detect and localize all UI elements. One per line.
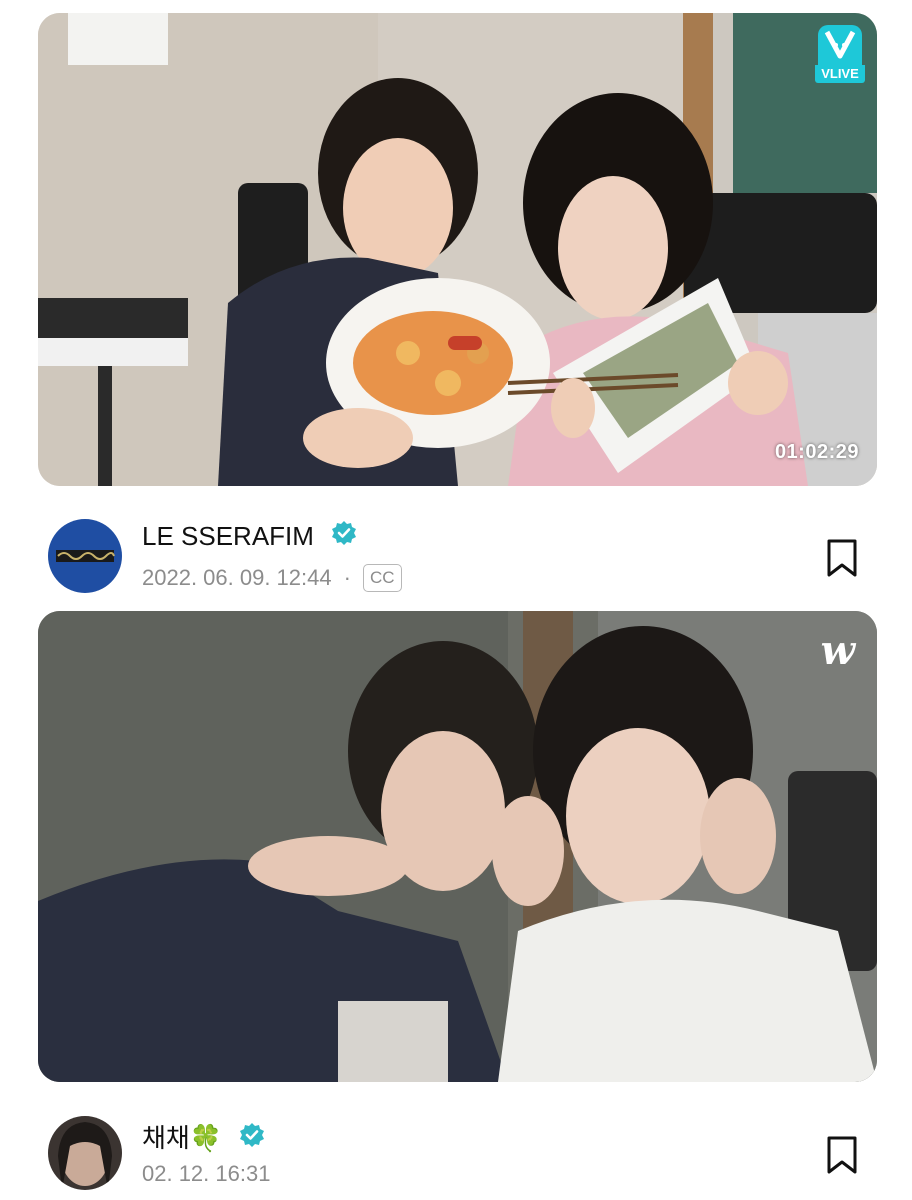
channel-name-text: LE SSERAFIM	[142, 521, 314, 551]
verified-check-icon	[331, 520, 357, 553]
channel-avatar[interactable]	[48, 1116, 122, 1190]
post-subline: 2022. 06. 09. 12:44 · CC	[142, 564, 402, 592]
verified-check-icon	[239, 1122, 265, 1155]
vlive-badge-label: VLIVE	[815, 65, 865, 83]
bookmark-icon[interactable]	[824, 1135, 860, 1175]
thumbnail-image-2	[38, 611, 877, 1082]
thumbnail-image-1	[38, 13, 877, 486]
separator-dot: ·	[343, 565, 351, 590]
cc-badge: CC	[362, 564, 402, 592]
post-timestamp: 2022. 06. 09. 12:44	[142, 565, 332, 590]
weverse-logo-icon: w	[820, 627, 855, 674]
channel-name-text: 채채🍀	[142, 1123, 223, 1153]
bookmark-icon[interactable]	[824, 538, 860, 578]
vlive-logo-icon: VLIVE	[815, 25, 865, 83]
channel-name[interactable]: LE SSERAFIM	[142, 520, 357, 555]
post-meta-2: 채채🍀 02. 12. 16:31	[48, 1113, 872, 1193]
post-subline: 02. 12. 16:31	[142, 1161, 270, 1187]
channel-name[interactable]: 채채🍀	[142, 1118, 265, 1157]
post-timestamp: 02. 12. 16:31	[142, 1161, 271, 1186]
post-meta-1: LE SSERAFIM 2022. 06. 09. 12:44 · CC	[48, 516, 872, 596]
video-thumbnail-2[interactable]: w	[38, 611, 877, 1082]
video-thumbnail-1[interactable]: VLIVE 01:02:29	[38, 13, 877, 486]
video-duration: 01:02:29	[774, 441, 859, 463]
channel-avatar[interactable]	[48, 519, 122, 593]
